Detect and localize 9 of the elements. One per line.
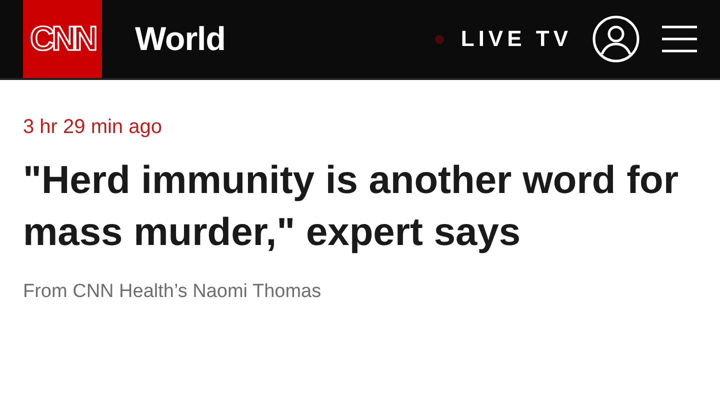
menu-icon[interactable]: [662, 24, 697, 54]
profile-icon[interactable]: [592, 15, 640, 63]
logo[interactable]: CNN: [23, 0, 102, 78]
byline: From CNN Health’s Naomi Thomas: [23, 281, 322, 303]
section-title[interactable]: World: [135, 20, 226, 58]
live-tv-link[interactable]: LIVE TV: [460, 26, 572, 52]
headline: "Herd immunity is another word for mass murder," expert says: [23, 158, 680, 256]
live-dot-icon: [434, 34, 444, 44]
timestamp: 3 hr 29 min ago: [23, 116, 163, 139]
